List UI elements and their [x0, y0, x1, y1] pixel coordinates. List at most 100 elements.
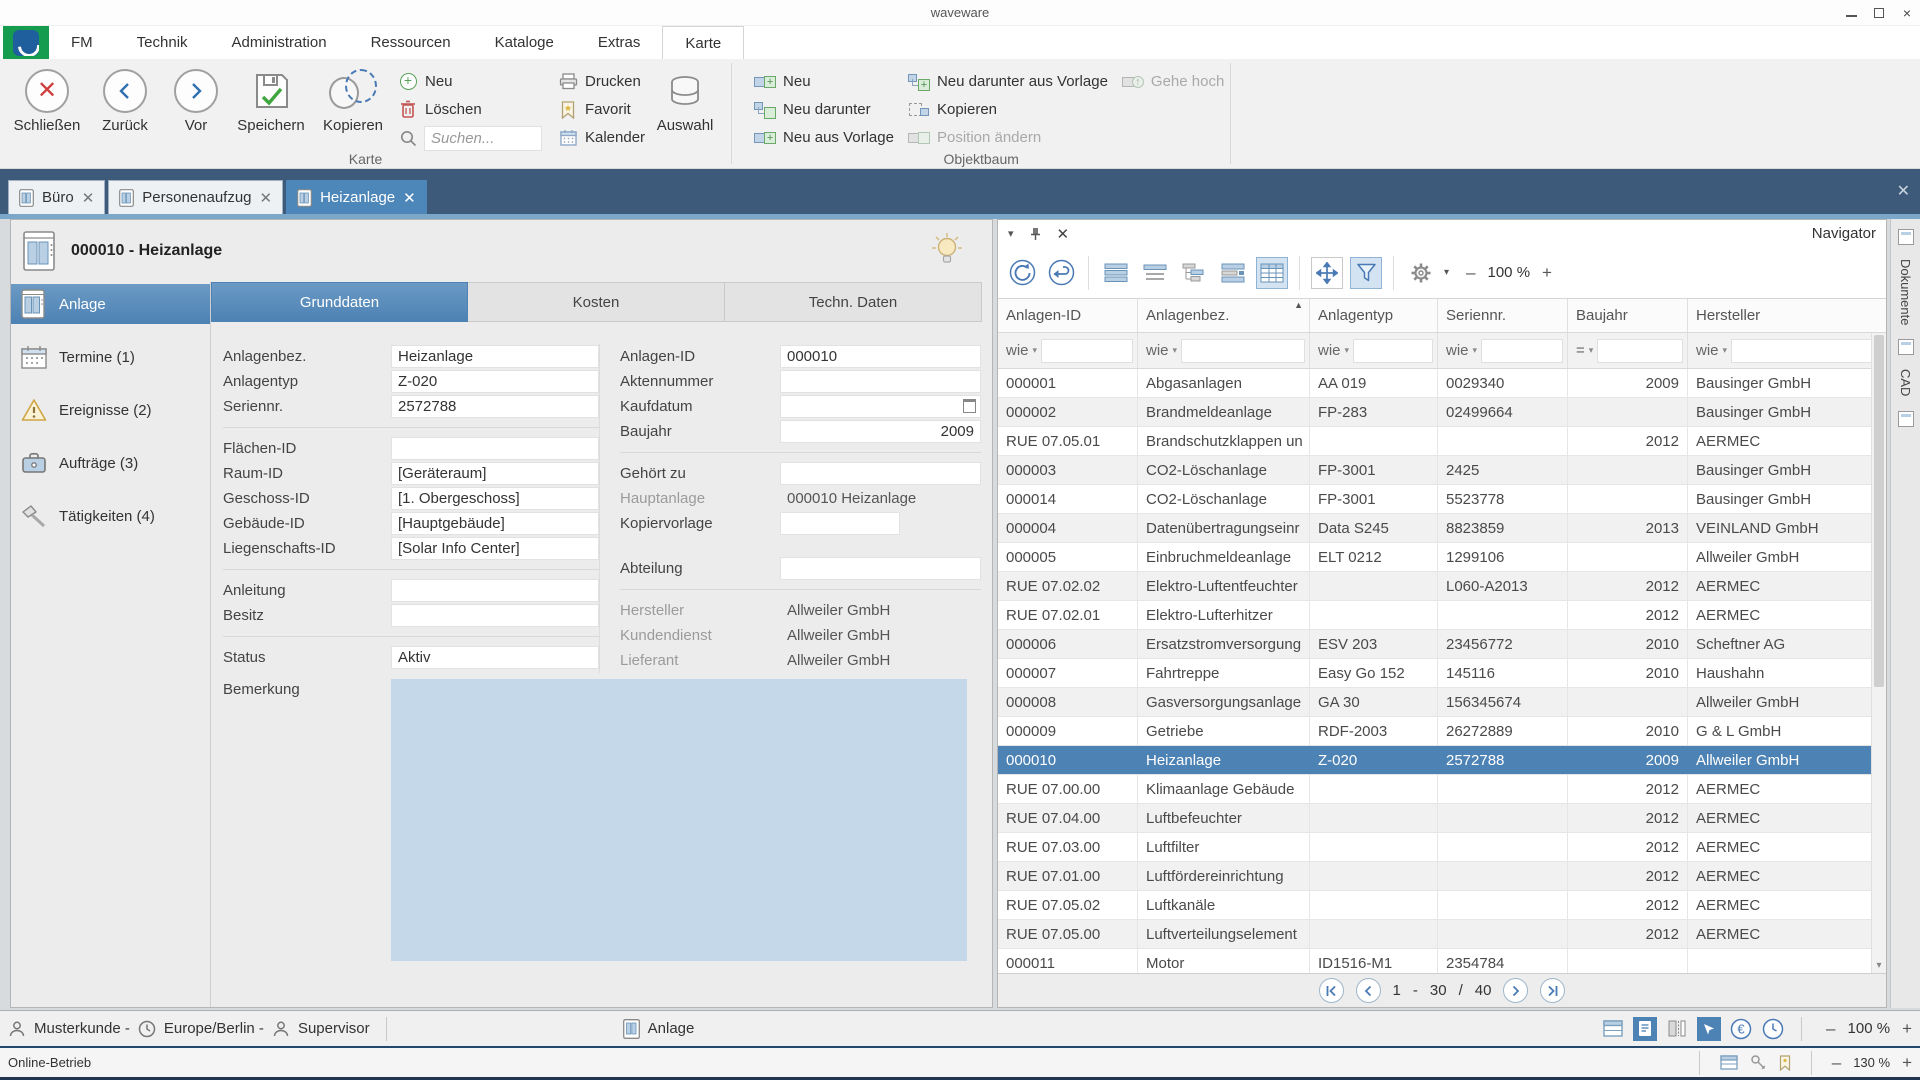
grid-small-icon[interactable] — [1720, 1055, 1738, 1070]
menu-item[interactable]: Ressourcen — [349, 26, 473, 59]
menu-item[interactable]: Extras — [576, 26, 663, 59]
table-scrollbar[interactable]: ▾ — [1871, 333, 1886, 973]
table-row[interactable]: 000003 CO2-Löschanlage FP-3001 2425 Baus… — [998, 456, 1871, 485]
gehoert-zu-input[interactable] — [780, 462, 981, 485]
filter-input-hersteller[interactable] — [1731, 339, 1882, 363]
minimize-button[interactable] — [1844, 6, 1858, 20]
table-row[interactable]: 000001 Abgasanlagen AA 019 0029340 2009 … — [998, 369, 1871, 398]
ob-neu-aus-vorlage-button[interactable]: + Neu aus Vorlage — [754, 125, 894, 150]
raum-id-input[interactable]: [Geräteraum] — [391, 462, 599, 485]
column-header-seriennr[interactable]: Seriennr. — [1438, 299, 1568, 332]
date-picker-icon[interactable] — [963, 399, 976, 413]
euro-icon[interactable]: € — [1729, 1017, 1753, 1041]
speichern-button[interactable]: Speichern — [228, 63, 314, 134]
favorit-button[interactable]: Favorit — [558, 97, 645, 122]
table-row[interactable]: RUE 07.05.01 Brandschutzklappen un 2012 … — [998, 427, 1871, 456]
besitz-input[interactable] — [391, 604, 599, 627]
abteilung-input[interactable] — [780, 557, 981, 580]
jump-back-icon[interactable] — [1045, 257, 1077, 289]
document-tab[interactable]: Büro ✕ — [8, 180, 105, 214]
bookmark-icon[interactable] — [1779, 1055, 1791, 1071]
table-row[interactable]: 000002 Brandmeldeanlage FP-283 02499664 … — [998, 398, 1871, 427]
kopiervorlage-input[interactable] — [780, 512, 900, 535]
column-header-anlagentyp[interactable]: Anlagentyp — [1310, 299, 1438, 332]
table-row[interactable]: RUE 07.05.02 Luftkanäle 2012 AERMEC — [998, 891, 1871, 920]
filter-input-anlagentyp[interactable] — [1353, 339, 1433, 363]
drucken-button[interactable]: Drucken — [558, 69, 645, 94]
filter-input-anlagen-id[interactable] — [1041, 339, 1133, 363]
menu-item[interactable]: FM — [49, 26, 115, 59]
filter-input-anlagenbez[interactable] — [1181, 339, 1305, 363]
table-row[interactable]: RUE 07.04.00 Luftbefeuchter 2012 AERMEC — [998, 804, 1871, 833]
close-navigator-icon[interactable]: ✕ — [1057, 225, 1070, 243]
kaufdatum-input[interactable] — [780, 395, 981, 418]
sidebar-item-termine[interactable]: Termine (1) — [11, 337, 210, 377]
gear-dropdown-icon[interactable]: ▾ — [1444, 267, 1449, 278]
auswahl-button[interactable]: Auswahl — [645, 63, 725, 134]
seriennr-input[interactable]: 2572788 — [391, 395, 599, 418]
table-row[interactable]: 000011 Motor ID1516-M1 2354784 — [998, 949, 1871, 973]
split-view-icon[interactable] — [1665, 1017, 1689, 1041]
app-logo[interactable] — [3, 26, 49, 59]
refresh-icon[interactable] — [1006, 257, 1038, 289]
menu-item[interactable]: Kataloge — [473, 26, 576, 59]
scrollbar-thumb[interactable] — [1874, 335, 1884, 687]
ob-neu-button[interactable]: + Neu — [754, 69, 894, 94]
filter-input-baujahr[interactable] — [1597, 339, 1683, 363]
sidebar-item-auftraege[interactable]: Aufträge (3) — [11, 443, 210, 483]
document-icon[interactable] — [1898, 339, 1914, 355]
navigator-zoom-out-button[interactable]: – — [1466, 263, 1475, 283]
document-view-icon[interactable] — [1633, 1017, 1657, 1041]
prev-page-button[interactable] — [1356, 978, 1381, 1003]
form-tab[interactable]: Techn. Daten — [725, 282, 982, 322]
sidebar-item-anlage[interactable]: Anlage — [11, 284, 210, 324]
panel-layout-icon[interactable] — [1898, 229, 1914, 245]
filter-op-dropdown-icon[interactable]: ▾ — [1345, 345, 1350, 356]
document-tab[interactable]: Heizanlage ✕ — [286, 180, 427, 214]
table-row[interactable]: 000006 Ersatzstromversorgung ESV 203 234… — [998, 630, 1871, 659]
table-row[interactable]: RUE 07.01.00 Luftfördereinrichtung 2012 … — [998, 862, 1871, 891]
filter-op-dropdown-icon[interactable]: ▾ — [1723, 345, 1728, 356]
scrollbar-down-icon[interactable]: ▾ — [1872, 960, 1886, 971]
document-tab[interactable]: Personenaufzug ✕ — [108, 180, 283, 214]
baujahr-input[interactable]: 2009 — [780, 420, 981, 443]
menu-item[interactable]: Karte — [662, 26, 744, 59]
form-tab[interactable]: Kosten — [468, 282, 725, 322]
gebaeude-id-input[interactable]: [Hauptgebäude] — [391, 512, 599, 535]
key-icon[interactable] — [1750, 1054, 1767, 1071]
sidebar-item-taetigkeiten[interactable]: Tätigkeiten (4) — [11, 496, 210, 536]
table-row[interactable]: 000007 Fahrtreppe Easy Go 152 145116 201… — [998, 659, 1871, 688]
vor-button[interactable]: Vor — [164, 63, 228, 134]
filter-icon[interactable] — [1350, 257, 1382, 289]
first-page-button[interactable] — [1319, 978, 1344, 1003]
view-grid-icon[interactable] — [1256, 257, 1288, 289]
tab-close-icon[interactable]: ✕ — [260, 189, 273, 207]
status-input[interactable]: Aktiv — [391, 646, 599, 669]
filter-op-dropdown-icon[interactable]: ▾ — [1033, 345, 1038, 356]
maximize-button[interactable] — [1872, 6, 1886, 20]
chevron-down-icon[interactable]: ▾ — [1008, 227, 1014, 240]
next-page-button[interactable] — [1503, 978, 1528, 1003]
flaechen-id-input[interactable] — [391, 437, 599, 460]
bemerkung-textarea[interactable] — [391, 679, 967, 961]
cad-drawing-icon[interactable] — [1898, 411, 1914, 427]
column-header-baujahr[interactable]: Baujahr — [1568, 299, 1688, 332]
table-row[interactable]: RUE 07.02.01 Elektro-Lufterhitzer 2012 A… — [998, 601, 1871, 630]
filter-op-dropdown-icon[interactable]: ▾ — [1473, 345, 1478, 356]
neu-button[interactable]: + Neu — [398, 69, 542, 94]
anlagenbez-input[interactable]: Heizanlage — [391, 345, 599, 368]
view-list-icon[interactable] — [1100, 257, 1132, 289]
column-header-hersteller[interactable]: Hersteller — [1688, 299, 1886, 332]
column-header-anlagen-id[interactable]: Anlagen-ID — [998, 299, 1138, 332]
tab-close-icon[interactable]: ✕ — [82, 189, 95, 207]
view-tree-icon[interactable] — [1178, 257, 1210, 289]
table-row[interactable]: RUE 07.05.00 Luftverteilungselement 2012… — [998, 920, 1871, 949]
kalender-button[interactable]: Kalender — [558, 125, 645, 150]
menu-item[interactable]: Technik — [115, 26, 210, 59]
anleitung-input[interactable] — [391, 579, 599, 602]
gear-icon[interactable] — [1405, 257, 1437, 289]
window-zoom-out-button[interactable]: – — [1832, 1053, 1841, 1073]
anlagentyp-input[interactable]: Z-020 — [391, 370, 599, 393]
view-detail-icon[interactable] — [1217, 257, 1249, 289]
tab-cad[interactable]: CAD — [1898, 369, 1913, 396]
